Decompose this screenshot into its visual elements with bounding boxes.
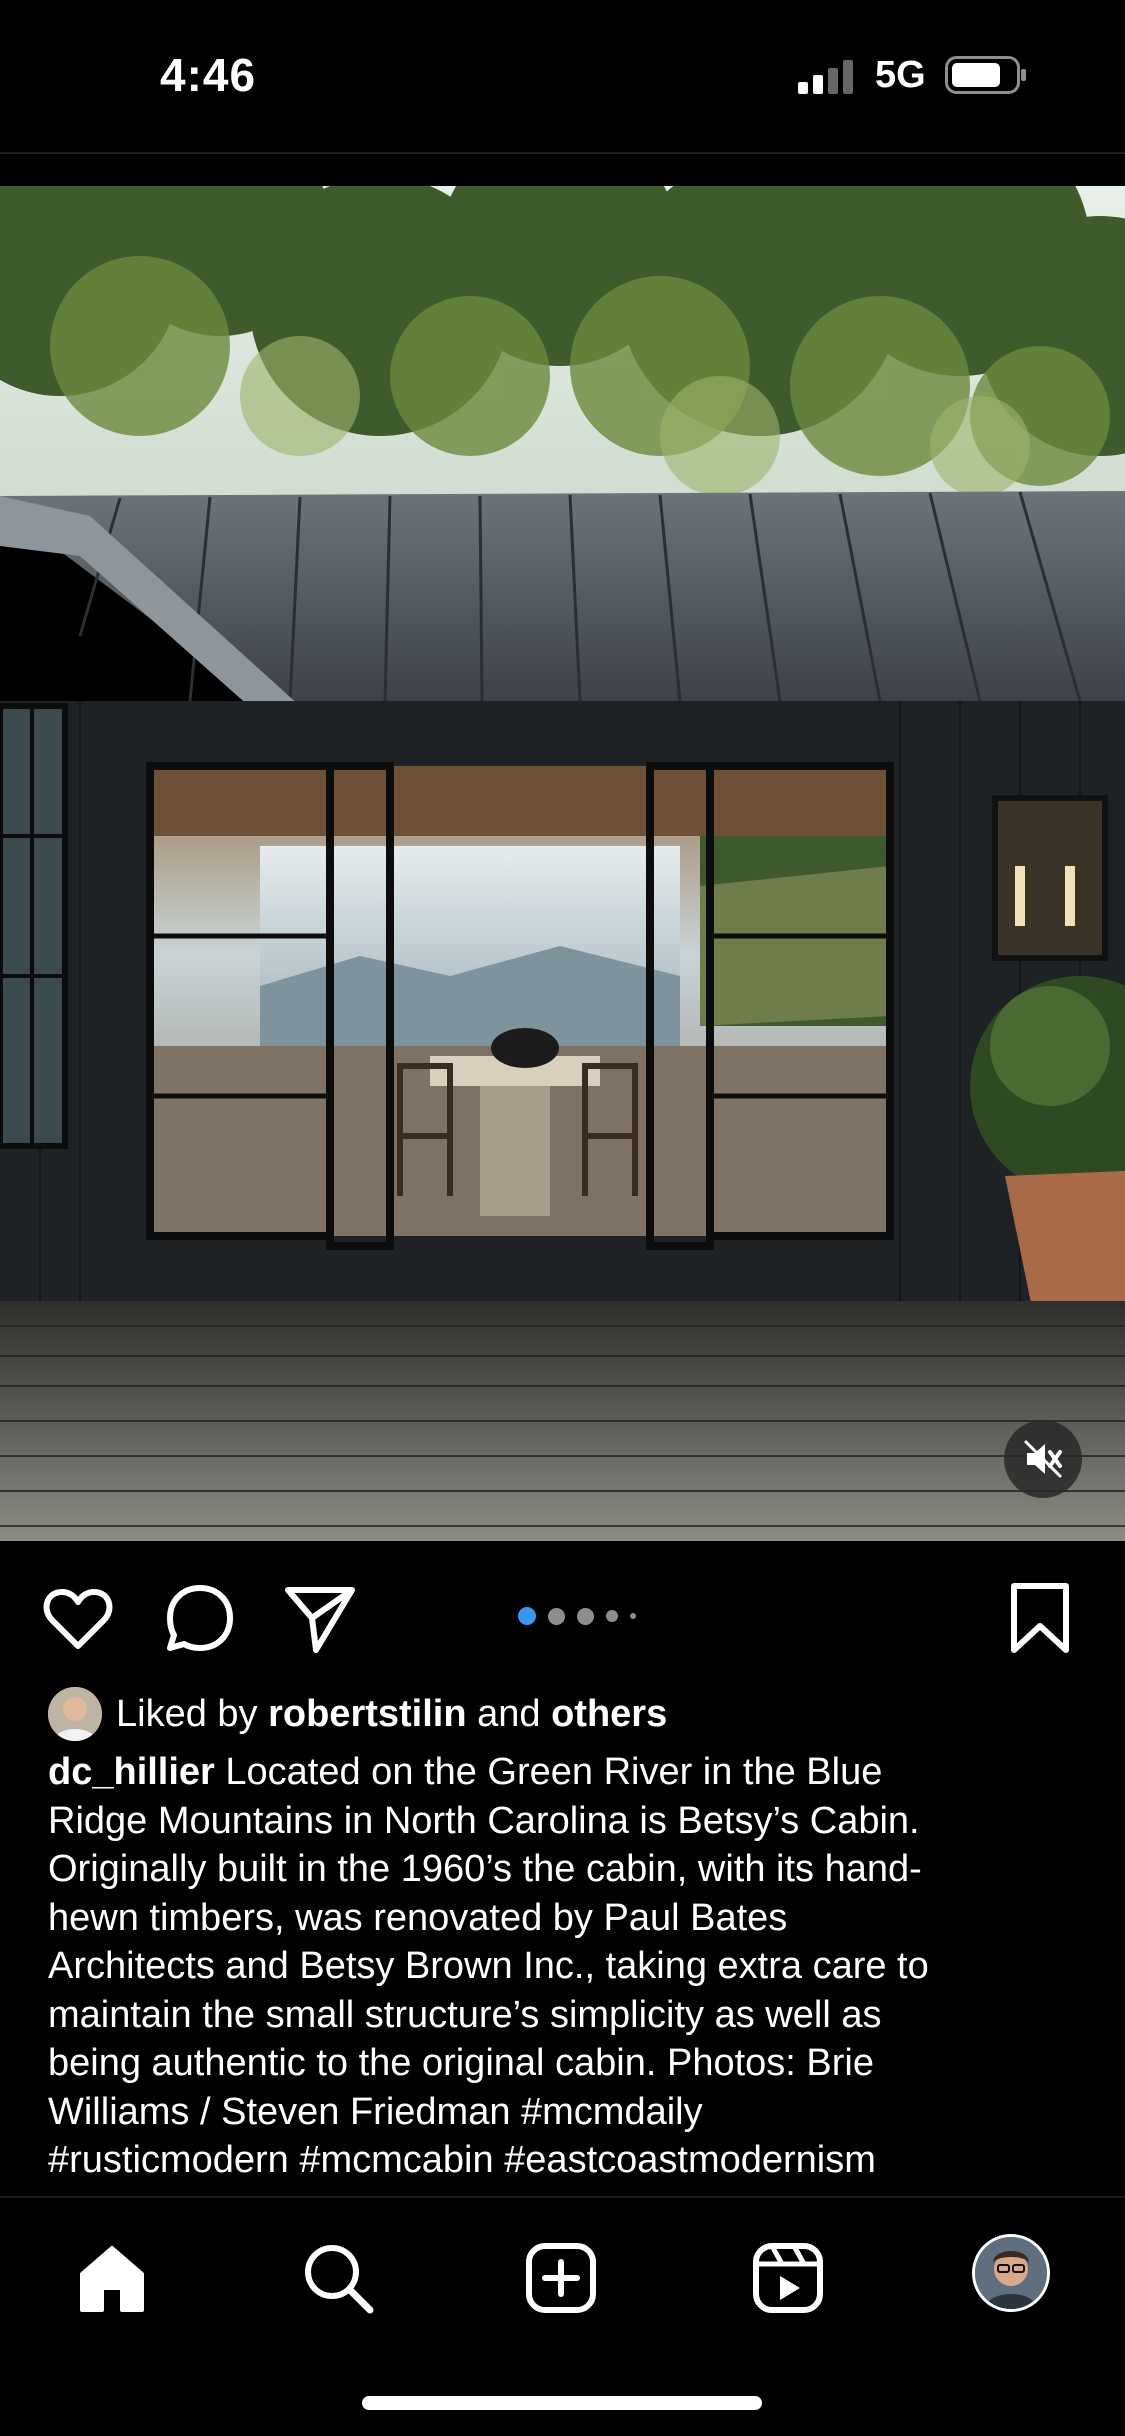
likes-prefix: Liked by xyxy=(116,1692,269,1735)
home-icon[interactable] xyxy=(74,2240,150,2316)
caption-line: Ridge Mountains in North Carolina is Bet… xyxy=(48,1799,920,1842)
caption-line: Architects and Betsy Brown Inc., taking … xyxy=(48,1945,929,1987)
carousel-dot xyxy=(630,1613,636,1619)
status-time: 4:46 xyxy=(160,49,257,101)
caption-line: Williams / Steven Friedman #mcmdaily xyxy=(48,2090,703,2133)
status-bar: 4:46 5G xyxy=(0,0,1125,150)
caption-line: dc_hillier Located on the Green River in… xyxy=(48,1748,1088,1797)
carousel-dot xyxy=(606,1610,618,1622)
carousel-dot xyxy=(518,1607,536,1625)
likes-summary[interactable]: Liked by robertstilin and others xyxy=(48,1686,667,1742)
profile-avatar[interactable] xyxy=(972,2234,1050,2312)
search-icon[interactable] xyxy=(300,2240,376,2316)
caption-username[interactable]: dc_hillier xyxy=(48,1751,215,1793)
heart-icon[interactable] xyxy=(40,1580,116,1656)
network-type: 5G xyxy=(875,54,926,96)
carousel-dot xyxy=(548,1607,565,1625)
bookmark-icon[interactable] xyxy=(1002,1580,1078,1656)
likes-others[interactable]: others xyxy=(551,1693,667,1736)
caption-line: hewn timbers, was renovated by Paul Bate… xyxy=(48,1896,788,1939)
post-action-row xyxy=(0,1570,1125,1660)
paper-plane-icon[interactable] xyxy=(282,1580,358,1656)
caption-text: Located on the Green River in the Blue xyxy=(214,1751,883,1793)
signal-strength-icon xyxy=(798,60,853,94)
post-caption: dc_hillier Located on the Green River in… xyxy=(48,1748,1088,2194)
caption-line: Originally built in the 1960’s the cabin… xyxy=(48,1848,922,1890)
caption-line: #rusticmodern #mcmcabin #eastcoastmodern… xyxy=(48,2139,876,2181)
liker-avatar xyxy=(48,1687,102,1741)
carousel-indicator xyxy=(518,1606,636,1626)
likes-middle: and xyxy=(466,1692,552,1735)
caption-line: maintain the small structure’s simplicit… xyxy=(48,1993,882,2036)
home-indicator[interactable] xyxy=(362,2396,762,2410)
liker-username[interactable]: robertstilin xyxy=(268,1693,466,1736)
comment-icon[interactable] xyxy=(162,1580,238,1656)
plus-square-icon[interactable] xyxy=(523,2240,599,2316)
caption-line: being authentic to the original cabin. P… xyxy=(48,2042,874,2084)
speaker-muted-icon xyxy=(1024,1440,1062,1478)
battery-icon xyxy=(945,56,1026,94)
header-divider xyxy=(0,152,1125,154)
reels-icon[interactable] xyxy=(750,2240,826,2316)
post-image[interactable] xyxy=(0,186,1125,1541)
mute-button[interactable] xyxy=(1004,1420,1082,1498)
carousel-dot xyxy=(577,1607,594,1625)
